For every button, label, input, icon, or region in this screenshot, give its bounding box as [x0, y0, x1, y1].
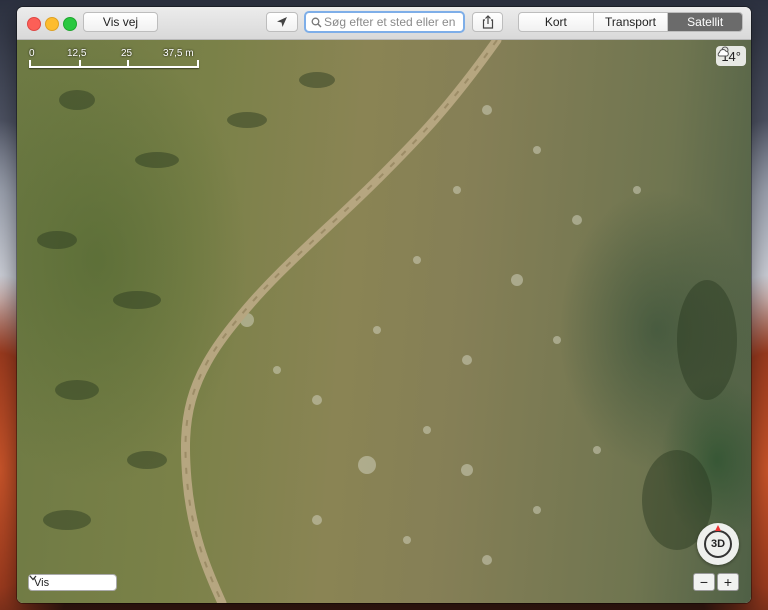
search-placeholder: Søg efter et sted eller en: [324, 15, 456, 29]
scale-label: 25: [121, 48, 133, 59]
zoom-out-button[interactable]: −: [693, 573, 715, 591]
map-mode-satellit[interactable]: Satellit: [668, 13, 742, 31]
scale-label: 12,5: [67, 48, 87, 59]
map-mode-transport[interactable]: Transport: [594, 13, 669, 31]
maps-window: Vis vej Søg efter et sted eller en Kort …: [17, 7, 751, 603]
terrain-overlay: [37, 40, 737, 603]
scale-ruler: [29, 60, 199, 68]
location-arrow-icon: [277, 17, 287, 27]
scale-label: 37,5 m: [163, 48, 194, 59]
current-location-button[interactable]: [266, 12, 298, 32]
chevron-down-icon: [29, 575, 37, 581]
close-window-button[interactable]: [27, 17, 41, 31]
minimize-window-button[interactable]: [45, 17, 59, 31]
compass-ring: 3D: [704, 530, 732, 558]
north-indicator-icon: [715, 525, 721, 531]
toolbar: Vis vej Søg efter et sted eller en Kort …: [17, 7, 751, 40]
fullscreen-window-button[interactable]: [63, 17, 77, 31]
map-mode-kort[interactable]: Kort: [519, 13, 594, 31]
view-options-select[interactable]: Vis: [28, 574, 117, 591]
zoom-controls: − +: [693, 573, 739, 591]
map-mode-segmented-control: Kort Transport Satellit: [518, 12, 743, 32]
compass-3d-label: 3D: [710, 538, 726, 550]
compass-3d-button[interactable]: 3D: [697, 523, 739, 565]
directions-button[interactable]: Vis vej: [83, 12, 158, 32]
cloud-sun-icon: [718, 46, 730, 57]
share-button[interactable]: [472, 12, 503, 32]
search-field[interactable]: Søg efter et sted eller en: [304, 11, 465, 33]
satellite-map-canvas[interactable]: 0 12,5 25 37,5 m 14° Vis 3D − +: [17, 40, 751, 603]
share-icon: [482, 15, 493, 29]
search-icon: [308, 17, 324, 28]
map-scale-bar: 0 12,5 25 37,5 m: [29, 48, 199, 68]
zoom-in-button[interactable]: +: [717, 573, 739, 591]
weather-badge: 14°: [716, 46, 746, 66]
scale-label: 0: [29, 48, 35, 59]
